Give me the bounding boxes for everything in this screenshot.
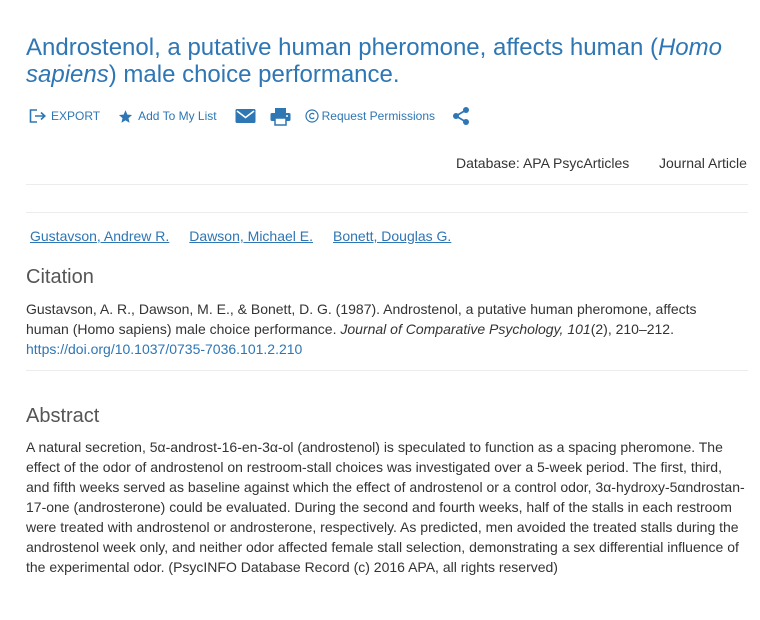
title-part-1: Androstenol, a putative human pheromone,… [26,34,658,61]
author-link[interactable]: Dawson, Michael E. [189,228,313,244]
title-part-2: ) male choice performance. [108,61,400,88]
divider [26,184,748,185]
author-list: Gustavson, Andrew R. Dawson, Michael E. … [30,228,471,244]
add-to-my-list-label: Add To My List [138,109,217,123]
add-to-my-list-button[interactable]: Add To My List [118,109,217,124]
request-permissions-label: Request Permissions [321,109,435,123]
export-label: EXPORT [51,109,101,123]
article-page: Androstenol, a putative human pheromone,… [0,0,760,620]
doi-link[interactable]: https://doi.org/10.1037/0735-7036.101.2.… [26,341,302,357]
document-type-label: Journal Article [659,155,747,171]
divider [26,370,748,371]
author-link[interactable]: Bonett, Douglas G. [333,228,451,244]
print-button[interactable] [270,107,291,126]
star-icon [118,109,133,124]
share-icon [451,106,471,126]
citation-journal: Journal of Comparative Psychology, 101 [340,321,591,337]
email-icon [235,108,256,124]
copyright-icon [305,109,319,123]
article-toolbar: EXPORT Add To My List Request Permission… [26,103,471,129]
print-icon [270,107,291,126]
author-link[interactable]: Gustavson, Andrew R. [30,228,169,244]
export-icon [28,108,46,124]
request-permissions-button[interactable]: Request Permissions [305,109,435,123]
citation-heading: Citation [26,266,94,288]
email-button[interactable] [235,108,256,124]
citation-pages: (2), 210–212. [590,321,674,337]
article-title: Androstenol, a putative human pheromone,… [26,34,726,88]
abstract-heading: Abstract [26,405,100,427]
database-label: Database: APA PsycArticles [456,155,630,171]
divider [26,212,748,213]
abstract-text: A natural secretion, 5α-androst-16-en-3α… [26,439,745,575]
citation-text: Gustavson, A. R., Dawson, M. E., & Bonet… [26,299,738,359]
export-button[interactable]: EXPORT [28,108,100,124]
share-button[interactable] [451,106,471,126]
